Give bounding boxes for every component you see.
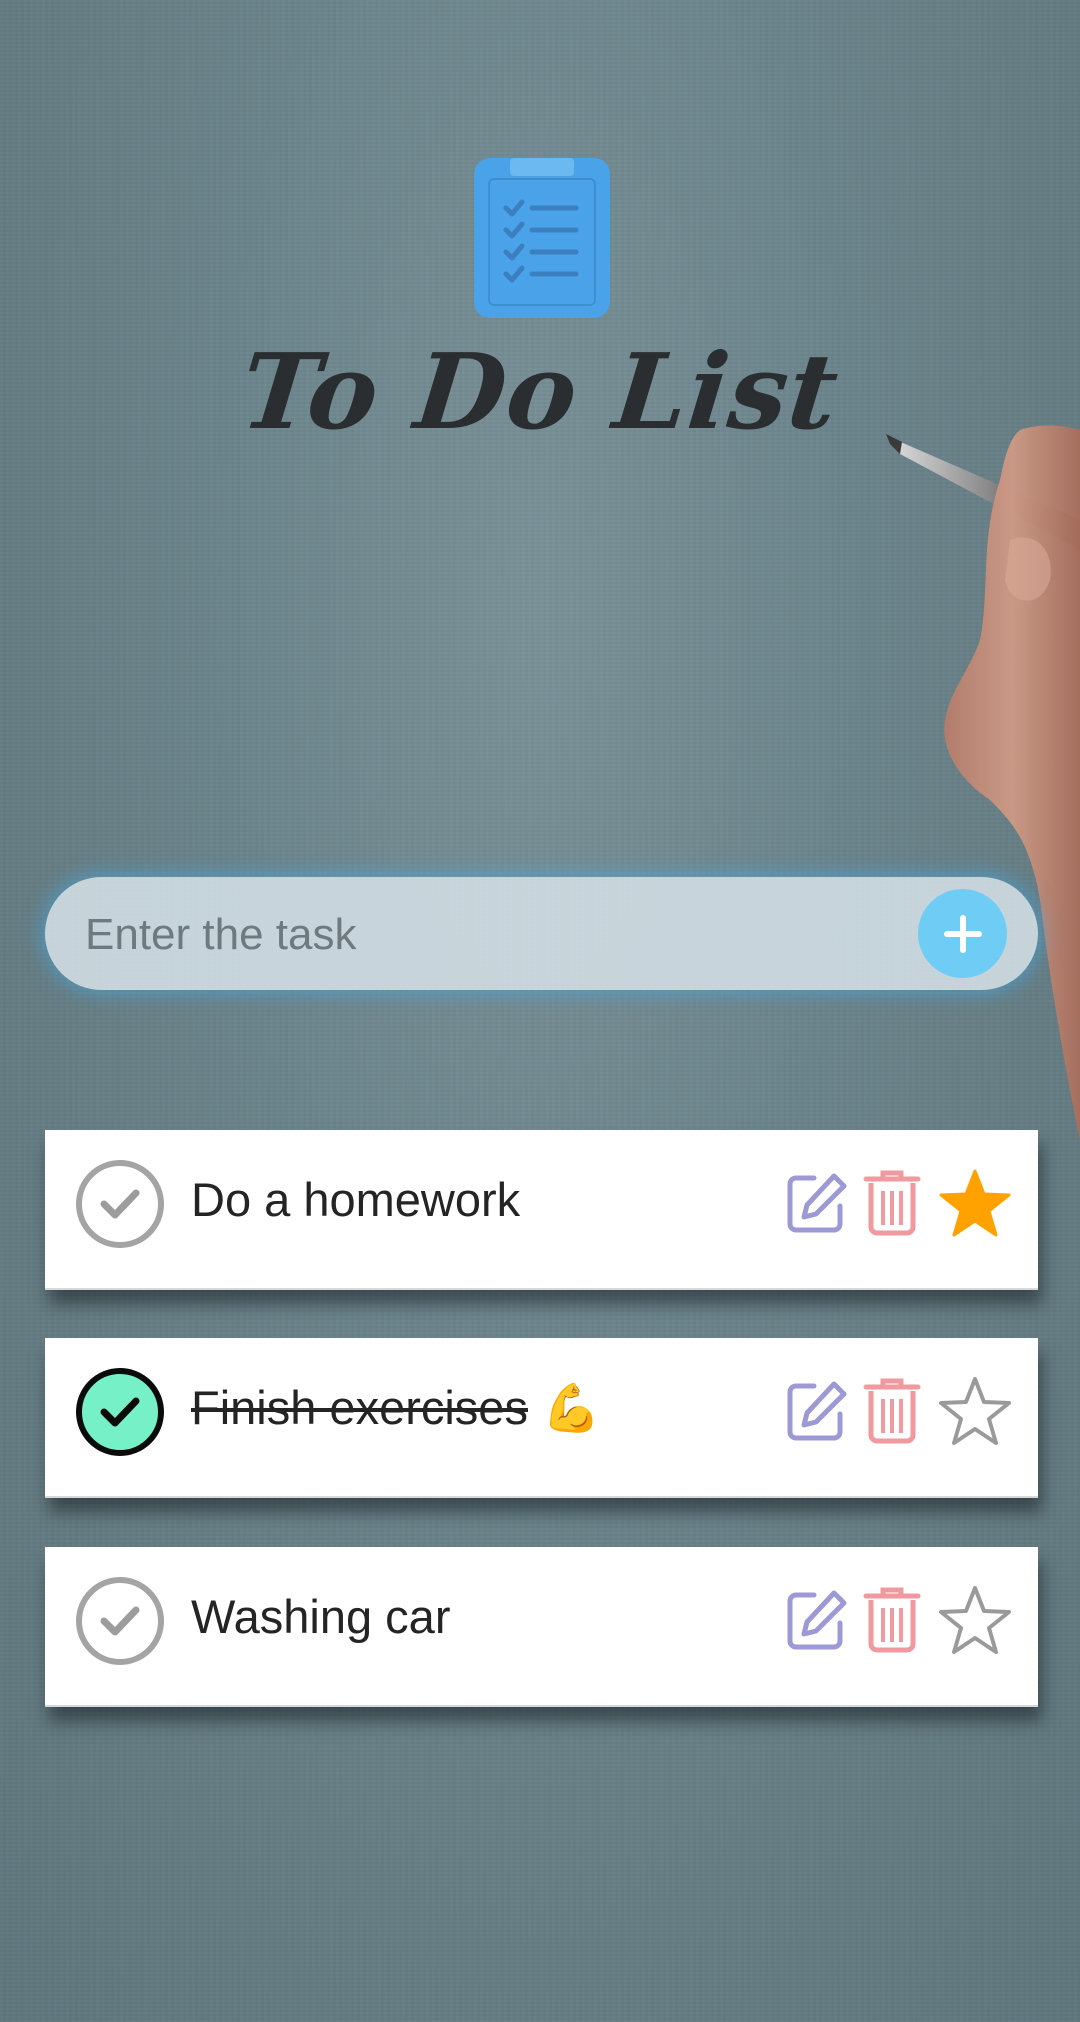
trash-icon bbox=[863, 1587, 921, 1653]
delete-task-button[interactable] bbox=[857, 1166, 927, 1240]
edit-icon bbox=[787, 1381, 847, 1441]
task-complete-toggle[interactable] bbox=[76, 1160, 164, 1248]
task-item: Washing car bbox=[45, 1547, 1038, 1707]
edit-task-button[interactable] bbox=[782, 1374, 852, 1448]
edit-icon bbox=[787, 1173, 847, 1233]
task-item: Finish exercises 💪 bbox=[45, 1338, 1038, 1498]
star-icon bbox=[939, 1169, 1011, 1237]
task-text: Washing car bbox=[191, 1547, 450, 1687]
flexed-biceps-emoji: 💪 bbox=[541, 1381, 601, 1434]
hand-with-pen-image bbox=[886, 425, 1080, 1140]
task-label: Washing car bbox=[191, 1590, 451, 1643]
star-task-button[interactable] bbox=[935, 1583, 1015, 1657]
app-title: To Do List bbox=[235, 330, 845, 453]
task-complete-toggle[interactable] bbox=[76, 1368, 164, 1456]
edit-task-button[interactable] bbox=[782, 1583, 852, 1657]
check-icon bbox=[100, 1606, 140, 1636]
check-icon bbox=[100, 1397, 140, 1427]
star-icon bbox=[939, 1377, 1011, 1445]
edit-icon bbox=[787, 1590, 847, 1650]
star-icon bbox=[939, 1586, 1011, 1654]
delete-task-button[interactable] bbox=[857, 1374, 927, 1448]
edit-task-button[interactable] bbox=[782, 1166, 852, 1240]
task-label: Finish exercises bbox=[191, 1381, 528, 1434]
trash-icon bbox=[863, 1170, 921, 1236]
task-text: Do a homework bbox=[191, 1130, 520, 1270]
check-icon bbox=[100, 1189, 140, 1219]
trash-icon bbox=[863, 1378, 921, 1444]
task-item: Do a homework bbox=[45, 1130, 1038, 1290]
add-task-button[interactable] bbox=[918, 889, 1007, 978]
delete-task-button[interactable] bbox=[857, 1583, 927, 1657]
task-input-bar bbox=[45, 877, 1038, 992]
task-label: Do a homework bbox=[191, 1173, 521, 1226]
task-complete-toggle[interactable] bbox=[76, 1577, 164, 1665]
task-input[interactable] bbox=[83, 877, 907, 992]
plus-icon bbox=[943, 914, 982, 953]
task-text: Finish exercises 💪 bbox=[191, 1338, 600, 1478]
clipboard-checklist-icon bbox=[474, 158, 610, 318]
star-task-button[interactable] bbox=[935, 1374, 1015, 1448]
star-task-button[interactable] bbox=[935, 1166, 1015, 1240]
